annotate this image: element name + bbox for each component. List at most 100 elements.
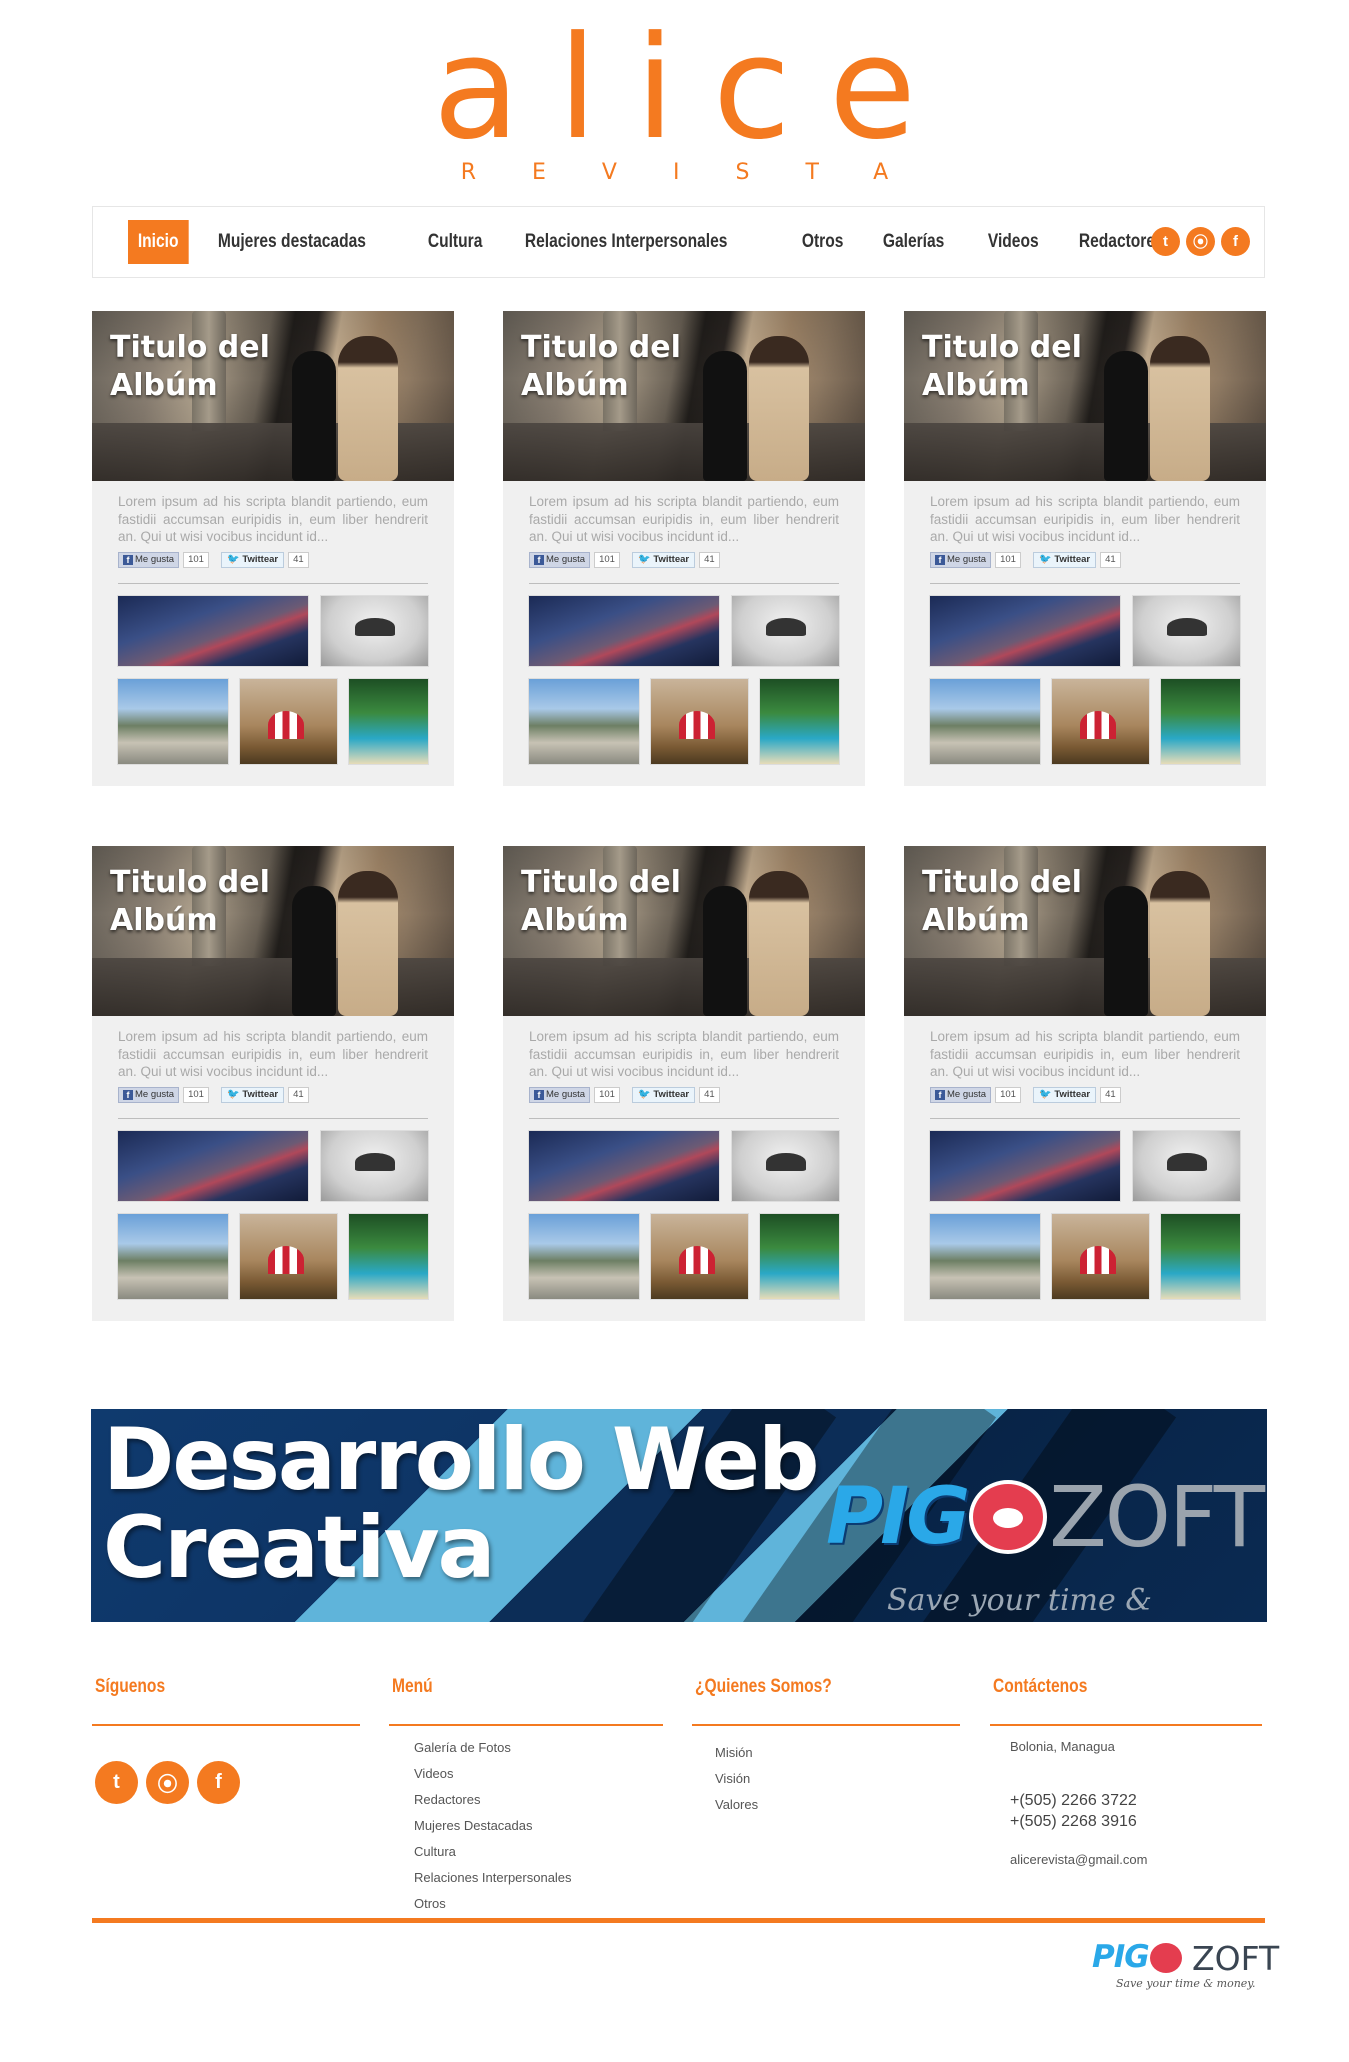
album-card[interactable]: Titulo del Albúm Lorem ipsum ad his script…: [503, 311, 865, 786]
tweet-button[interactable]: 🐦 Twittear: [1032, 1087, 1097, 1103]
nav-item-relaciones-interpersonales[interactable]: Relaciones Interpersonales: [515, 220, 737, 264]
gallery-thumb[interactable]: [240, 1214, 337, 1299]
album-card[interactable]: Titulo del Albúm Lorem ipsum ad his script…: [904, 846, 1266, 1321]
rss-icon[interactable]: ⦿: [1186, 227, 1215, 256]
gallery-thumb[interactable]: [321, 596, 428, 666]
gallery-thumb[interactable]: [651, 679, 748, 764]
gallery-thumb[interactable]: [930, 1214, 1040, 1299]
gallery-thumb[interactable]: [118, 679, 228, 764]
gallery-thumb[interactable]: [529, 1131, 719, 1201]
tweet-count: 41: [1100, 1087, 1121, 1103]
contact-phone-2: +(505) 2268 3916: [1010, 1813, 1137, 1830]
nav-item-mujeres-destacadas[interactable]: Mujeres destacadas: [208, 220, 376, 264]
gallery-thumb[interactable]: [529, 679, 639, 764]
footer-link[interactable]: Galería de Fotos: [414, 1735, 572, 1761]
twitter-icon[interactable]: t: [95, 1761, 138, 1804]
gallery-thumb[interactable]: [760, 679, 839, 764]
gallery-thumb[interactable]: [529, 596, 719, 666]
twitter-icon: 🐦: [226, 554, 240, 565]
footer-link[interactable]: Relaciones Interpersonales: [414, 1865, 572, 1891]
nav-item-galerías[interactable]: Galerías: [873, 220, 954, 264]
gallery-thumb[interactable]: [1133, 1131, 1240, 1201]
tweet-button[interactable]: 🐦 Twittear: [631, 552, 696, 568]
gallery-thumb[interactable]: [760, 1214, 839, 1299]
twitter-icon[interactable]: t: [1151, 227, 1180, 256]
gallery-thumb[interactable]: [651, 1214, 748, 1299]
album-cover-image[interactable]: Titulo del Albúm: [904, 311, 1266, 481]
gallery-thumb[interactable]: [1133, 596, 1240, 666]
share-bar: f Me gusta 101 🐦 Twittear 41: [118, 1087, 309, 1103]
album-cover-image[interactable]: Titulo del Albúm: [92, 846, 454, 1016]
banner-headline-1: Desarrollo Web: [103, 1410, 820, 1510]
facebook-like-button[interactable]: f Me gusta: [930, 552, 992, 568]
gallery-thumb[interactable]: [529, 1214, 639, 1299]
nav-item-videos[interactable]: Videos: [978, 220, 1048, 264]
footer-link[interactable]: Visión: [715, 1766, 758, 1792]
facebook-like-button[interactable]: f Me gusta: [118, 1087, 180, 1103]
gallery-thumb[interactable]: [118, 1214, 228, 1299]
tweet-count: 41: [699, 1087, 720, 1103]
gallery-thumb[interactable]: [118, 596, 308, 666]
facebook-icon[interactable]: f: [1221, 227, 1250, 256]
footer-link[interactable]: Videos: [414, 1761, 572, 1787]
footer-link[interactable]: Cultura: [414, 1839, 572, 1865]
tweet-button[interactable]: 🐦 Twittear: [220, 552, 285, 568]
promo-banner[interactable]: Desarrollo Web Creativa PIG ZOFT Save yo…: [91, 1409, 1267, 1622]
gallery-thumb[interactable]: [349, 679, 428, 764]
album-cover-image[interactable]: Titulo del Albúm: [503, 311, 865, 481]
album-card[interactable]: Titulo del Albúm Lorem ipsum ad his script…: [503, 846, 865, 1321]
footer-link[interactable]: Misión: [715, 1740, 758, 1766]
gallery-thumb[interactable]: [1161, 1214, 1240, 1299]
footer-link[interactable]: Otros: [414, 1891, 572, 1917]
tweet-count: 41: [1100, 552, 1121, 568]
tweet-button[interactable]: 🐦 Twittear: [631, 1087, 696, 1103]
footer-siguenos: Síguenos t ⦿ f: [92, 1676, 363, 1804]
contact-email[interactable]: alicerevista@gmail.com: [1010, 1852, 1147, 1867]
facebook-like-button[interactable]: f Me gusta: [529, 552, 591, 568]
tweet-button[interactable]: 🐦 Twittear: [1032, 552, 1097, 568]
footer-quienes: ¿Quienes Somos? Misión Visión Valores: [692, 1676, 963, 1812]
gallery-thumb[interactable]: [240, 679, 337, 764]
album-cover-image[interactable]: Titulo del Albúm: [904, 846, 1266, 1016]
facebook-icon: f: [123, 1090, 133, 1100]
gallery-thumb[interactable]: [1052, 1214, 1149, 1299]
album-card[interactable]: Titulo del Albúm Lorem ipsum ad his script…: [92, 311, 454, 786]
facebook-like-button[interactable]: f Me gusta: [118, 552, 180, 568]
gallery-thumb[interactable]: [930, 679, 1040, 764]
gallery-thumb[interactable]: [732, 596, 839, 666]
footer-pigzoft-logo[interactable]: PIG ZOFT Save your time & money.: [1088, 1937, 1279, 1993]
footer-link[interactable]: Mujeres Destacadas: [414, 1813, 572, 1839]
gallery-thumb[interactable]: [732, 1131, 839, 1201]
album-card[interactable]: Titulo del Albúm Lorem ipsum ad his script…: [92, 846, 454, 1321]
footer-quienes-list: Misión Visión Valores: [715, 1740, 758, 1818]
site-logo[interactable]: alice REVISTA: [0, 18, 1349, 186]
gallery-thumb[interactable]: [349, 1214, 428, 1299]
nav-item-cultura[interactable]: Cultura: [418, 220, 492, 264]
twitter-icon: 🐦: [226, 1089, 240, 1100]
like-count: 101: [183, 1087, 209, 1103]
brand-right: ZOFT: [1049, 1468, 1265, 1566]
footer-bottom-rule: [92, 1918, 1265, 1923]
album-title: Titulo del Albúm: [110, 330, 270, 403]
album-cover-image[interactable]: Titulo del Albúm: [503, 846, 865, 1016]
gallery-thumb[interactable]: [930, 596, 1120, 666]
card-divider: [930, 1118, 1240, 1119]
tweet-button[interactable]: 🐦 Twittear: [220, 1087, 285, 1103]
footer-link[interactable]: Valores: [715, 1792, 758, 1818]
nav-item-otros[interactable]: Otros: [792, 220, 853, 264]
album-excerpt: Lorem ipsum ad his scripta blandit parti…: [529, 1029, 839, 1079]
gallery-thumb[interactable]: [1161, 679, 1240, 764]
gallery-thumb[interactable]: [930, 1131, 1120, 1201]
gallery-thumb[interactable]: [118, 1131, 308, 1201]
album-card[interactable]: Titulo del Albúm Lorem ipsum ad his script…: [904, 311, 1266, 786]
gallery-thumb[interactable]: [1052, 679, 1149, 764]
facebook-icon[interactable]: f: [197, 1761, 240, 1804]
footer-link[interactable]: Redactores: [414, 1787, 572, 1813]
nav-item-inicio[interactable]: Inicio: [128, 220, 189, 264]
album-title: Titulo del Albúm: [922, 865, 1082, 938]
rss-icon[interactable]: ⦿: [146, 1761, 189, 1804]
gallery-thumb[interactable]: [321, 1131, 428, 1201]
facebook-like-button[interactable]: f Me gusta: [529, 1087, 591, 1103]
album-cover-image[interactable]: Titulo del Albúm: [92, 311, 454, 481]
facebook-like-button[interactable]: f Me gusta: [930, 1087, 992, 1103]
